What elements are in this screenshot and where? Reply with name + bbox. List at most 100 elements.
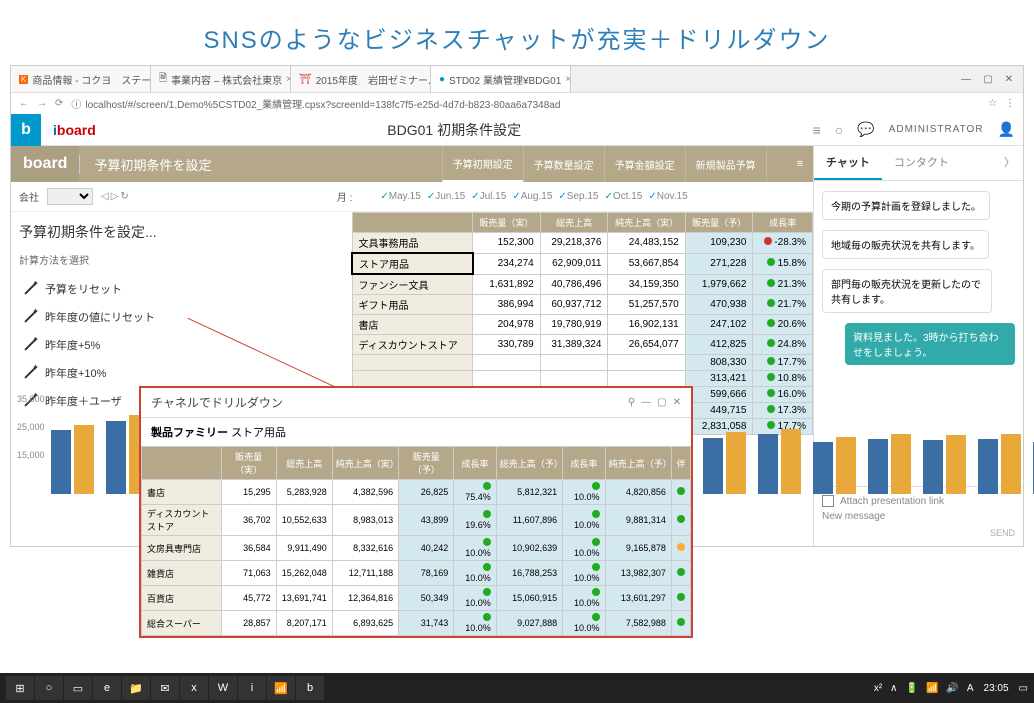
send-button[interactable]: SEND bbox=[822, 528, 1015, 538]
tab-favicon-icon: ● bbox=[439, 74, 445, 85]
tray-icon[interactable]: 🔋 bbox=[905, 683, 917, 694]
chart-bar bbox=[891, 434, 911, 494]
table-row[interactable]: 文具事務用品152,30029,218,37624,483,152109,230… bbox=[352, 233, 813, 254]
chart-bar bbox=[726, 432, 746, 495]
prev-icon[interactable]: ◁ bbox=[101, 191, 109, 202]
table-row[interactable]: 総合スーパー28,8578,207,1716,893,62531,74310.0… bbox=[142, 611, 691, 636]
taskbar-app-icon[interactable]: ✉ bbox=[151, 676, 179, 700]
notification-icon[interactable]: ▭ bbox=[1019, 683, 1028, 694]
pin-icon[interactable]: ⚲ bbox=[628, 397, 635, 408]
wand-icon bbox=[23, 282, 37, 296]
left-heading: 予算初期条件を設定... bbox=[19, 222, 343, 242]
back-icon[interactable]: ← bbox=[19, 98, 29, 109]
month-checkbox[interactable]: ✓Jun.15 bbox=[427, 191, 465, 202]
next-icon[interactable]: ▷ bbox=[111, 191, 119, 202]
maximize-icon[interactable]: ▢ bbox=[983, 74, 992, 85]
table-row[interactable]: 313,421 10.8% bbox=[352, 371, 813, 387]
close-icon[interactable]: × bbox=[565, 74, 571, 85]
reset-action[interactable]: 昨年度の値にリセット bbox=[19, 303, 343, 331]
table-row[interactable]: 808,330 17.7% bbox=[352, 355, 813, 371]
reset-icon[interactable]: ↻ bbox=[120, 191, 128, 202]
chart-bar bbox=[946, 435, 966, 494]
tray-icon[interactable]: A bbox=[967, 683, 974, 694]
sub-tab[interactable]: 新規製品予算 bbox=[685, 146, 766, 182]
app-logo-icon[interactable]: b bbox=[11, 114, 41, 146]
taskbar-app-icon[interactable]: 📁 bbox=[122, 676, 150, 700]
table-row[interactable]: ファンシー文具1,631,89240,786,49634,159,3501,97… bbox=[352, 274, 813, 295]
tray-icon[interactable]: ∧ bbox=[890, 683, 897, 694]
browser-tabs: K商品情報 - コクヨ ステーシ× 🗎事業内容 – 株式会社東京× ⛩2015年… bbox=[11, 66, 1023, 92]
chart-right: 60 40 bbox=[673, 394, 1034, 514]
taskbar-app-icon[interactable]: ○ bbox=[35, 676, 63, 700]
chat-message: 今期の予算計画を登録しました。 bbox=[822, 191, 990, 220]
month-checkbox[interactable]: ✓May.15 bbox=[380, 191, 420, 202]
chat-message: 地域毎の販売状況を共有します。 bbox=[822, 230, 989, 259]
sub-tab[interactable] bbox=[766, 146, 787, 182]
sub-tab[interactable]: 予算数量設定 bbox=[523, 146, 604, 182]
tab-favicon-icon: K bbox=[19, 75, 28, 84]
taskbar-app-icon[interactable]: W bbox=[209, 676, 237, 700]
close-icon[interactable]: ✕ bbox=[673, 397, 681, 408]
url-field[interactable]: localhost/#/screen/1.Demo%5CSTD02_業績管理.c… bbox=[85, 96, 560, 111]
table-row[interactable]: ディスカウントストア36,70210,552,6338,983,01343,89… bbox=[142, 505, 691, 536]
tray-icon[interactable]: 🔊 bbox=[946, 683, 958, 694]
browser-tab[interactable]: ⛩2015年度 岩田ゼミナール× bbox=[291, 66, 431, 92]
chat-message: 部門毎の販売状況を更新したので共有します。 bbox=[822, 269, 992, 313]
reset-action[interactable]: 予算をリセット bbox=[19, 275, 343, 303]
month-checkbox[interactable]: ✓Jul.15 bbox=[471, 191, 506, 202]
month-checkbox[interactable]: ✓Sep.15 bbox=[558, 191, 598, 202]
taskbar-app-icon[interactable]: ⊞ bbox=[6, 676, 34, 700]
company-select[interactable] bbox=[47, 188, 93, 205]
table-row[interactable]: ギフト用品386,99460,937,71251,257,570470,938 … bbox=[352, 295, 813, 315]
contact-tab[interactable]: コンタクト bbox=[882, 146, 961, 180]
close-icon[interactable]: ✕ bbox=[1005, 74, 1013, 85]
table-row[interactable]: 雑貨店71,06315,262,04812,711,18878,16910.0%… bbox=[142, 561, 691, 586]
user-icon[interactable]: 👤 bbox=[998, 121, 1015, 138]
table-row[interactable]: 文房具専門店36,5849,911,4908,332,61640,24210.0… bbox=[142, 536, 691, 561]
tray-icon[interactable]: 📶 bbox=[926, 683, 938, 694]
table-row[interactable]: ディスカウントストア330,78931,389,32426,654,077412… bbox=[352, 335, 813, 355]
maximize-icon[interactable]: ▢ bbox=[657, 397, 666, 408]
sub-tab[interactable]: 予算初期設定 bbox=[442, 146, 523, 182]
sub-tab[interactable]: 予算金額設定 bbox=[604, 146, 685, 182]
table-row[interactable]: 書店204,97819,780,91916,902,131247,102 20.… bbox=[352, 315, 813, 335]
family-label: 製品ファミリー bbox=[151, 427, 228, 439]
menu-icon[interactable]: ≡ bbox=[813, 122, 821, 138]
chevron-right-icon[interactable]: 〉 bbox=[996, 146, 1023, 180]
chat-tab[interactable]: チャット bbox=[814, 146, 882, 180]
taskbar-app-icon[interactable]: x bbox=[180, 676, 208, 700]
reset-action[interactable]: 昨年度+10% bbox=[19, 359, 343, 387]
browser-tab[interactable]: 🗎事業内容 – 株式会社東京× bbox=[151, 66, 291, 92]
menu-icon[interactable]: ⋮ bbox=[1005, 98, 1015, 109]
circle-icon[interactable]: ○ bbox=[835, 122, 843, 138]
info-icon[interactable]: ⓘ bbox=[71, 96, 81, 111]
taskbar-app-icon[interactable]: b bbox=[296, 676, 324, 700]
clock: 23:05 bbox=[984, 683, 1009, 694]
taskbar-app-icon[interactable]: ▭ bbox=[64, 676, 92, 700]
user-label[interactable]: ADMINISTRATOR bbox=[889, 124, 984, 135]
browser-tab[interactable]: K商品情報 - コクヨ ステーシ× bbox=[11, 66, 151, 92]
reload-icon[interactable]: ⟳ bbox=[55, 98, 63, 109]
chat-icon[interactable]: 💬 bbox=[857, 121, 874, 138]
table-row[interactable]: 書店15,2955,283,9284,382,59626,82575.4%5,8… bbox=[142, 480, 691, 505]
hamburger-icon[interactable]: ≡ bbox=[787, 158, 813, 170]
popup-title: チャネルでドリルダウン bbox=[151, 394, 283, 411]
taskbar-app-icon[interactable]: e bbox=[93, 676, 121, 700]
tray-icon[interactable]: x² bbox=[874, 683, 882, 694]
browser-window: K商品情報 - コクヨ ステーシ× 🗎事業内容 – 株式会社東京× ⛩2015年… bbox=[10, 65, 1024, 547]
bookmark-icon[interactable]: ☆ bbox=[988, 98, 997, 109]
browser-tab[interactable]: ●STD02 業績管理¥BDG01× bbox=[431, 66, 571, 92]
forward-icon[interactable]: → bbox=[37, 98, 47, 109]
table-row[interactable]: 百貨店45,77213,691,74112,364,81650,34910.0%… bbox=[142, 586, 691, 611]
taskbar-app-icon[interactable]: 📶 bbox=[267, 676, 295, 700]
sub-logo: board bbox=[11, 146, 79, 182]
month-checkbox[interactable]: ✓Oct.15 bbox=[605, 191, 643, 202]
minimize-icon[interactable]: — bbox=[641, 397, 651, 408]
taskbar-app-icon[interactable]: i bbox=[238, 676, 266, 700]
month-checkbox[interactable]: ✓Aug.15 bbox=[512, 191, 552, 202]
table-row[interactable]: ストア用品234,27462,909,01153,667,854271,228 … bbox=[352, 253, 813, 274]
minimize-icon[interactable]: — bbox=[961, 74, 971, 85]
month-checkbox[interactable]: ✓Nov.15 bbox=[648, 191, 687, 202]
reset-action[interactable]: 昨年度+5% bbox=[19, 331, 343, 359]
chart-bar bbox=[1001, 434, 1021, 494]
